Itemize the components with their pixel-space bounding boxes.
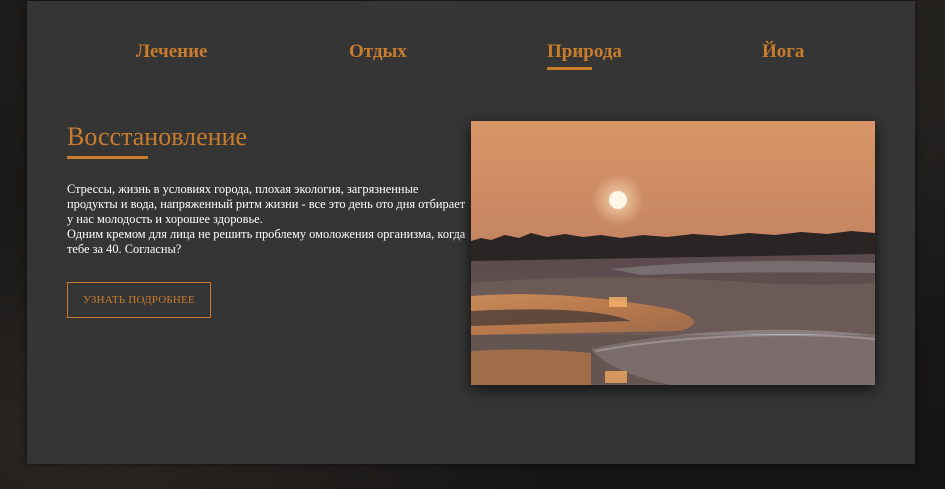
content-panel: Лечение Отдых Природа Йога Восстановлени… (27, 1, 915, 464)
learn-more-button[interactable]: Узнать подробнее (67, 282, 211, 318)
description-paragraph: Стрессы, жизнь в условиях города, плохая… (67, 182, 466, 226)
nav-item-yoga[interactable]: Йога (762, 41, 804, 63)
title-underline (67, 156, 148, 159)
section-description: Стрессы, жизнь в условиях города, плохая… (67, 182, 467, 257)
nav-item-priroda[interactable]: Природа (547, 41, 622, 63)
nav-item-otdykh[interactable]: Отдых (349, 41, 407, 63)
section-title: Восстановление (67, 122, 248, 151)
sunset-beach-image (471, 121, 875, 385)
description-paragraph: Одним кремом для лица не решить проблему… (67, 227, 466, 256)
nav-item-lechenie[interactable]: Лечение (136, 41, 207, 63)
nav-active-underline (547, 67, 592, 70)
main-nav: Лечение Отдых Природа Йога (27, 41, 915, 73)
